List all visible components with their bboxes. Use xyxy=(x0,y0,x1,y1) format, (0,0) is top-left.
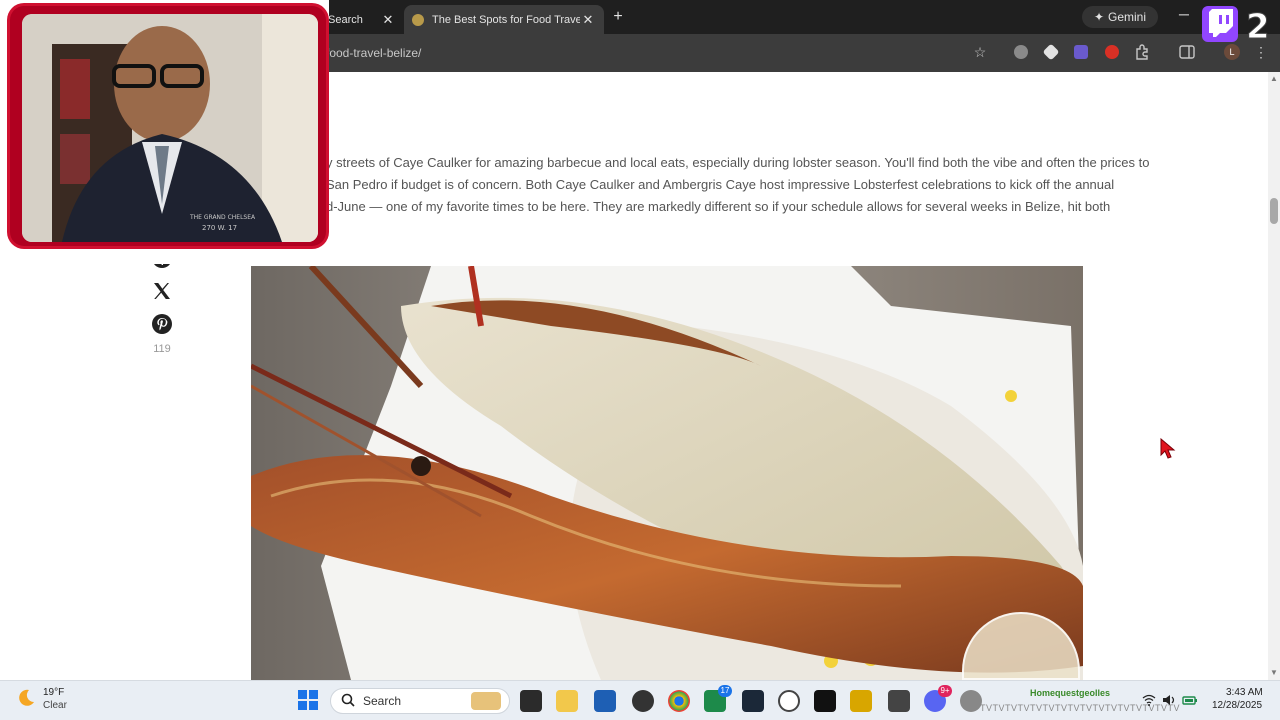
close-tab-icon[interactable]: ✕ xyxy=(380,12,396,28)
search-highlight-icon xyxy=(471,692,501,710)
extension-red-icon[interactable] xyxy=(1105,45,1119,59)
sparkle-icon: ✦ xyxy=(1093,10,1105,24)
extension-purple-icon[interactable] xyxy=(1074,45,1088,59)
gemini-button[interactable]: ✦ Gemini xyxy=(1082,6,1158,28)
wifi-icon[interactable] xyxy=(1142,693,1156,706)
x-share-icon[interactable] xyxy=(148,277,176,305)
shirt-text: 270 W. 17 xyxy=(202,224,237,232)
rockstar-icon[interactable] xyxy=(850,690,872,712)
clock-date[interactable]: 12/28/2025 xyxy=(1212,700,1262,711)
weather-temperature[interactable]: 19°F xyxy=(43,687,64,698)
xbox-icon[interactable]: 17 xyxy=(704,685,732,712)
tab-search[interactable]: Search ✕ xyxy=(320,5,404,34)
gemini-label: Gemini xyxy=(1108,10,1147,24)
search-icon xyxy=(341,693,355,710)
article-paragraph: y streets of Caye Caulker for amazing ba… xyxy=(326,152,1150,218)
volume-icon[interactable] xyxy=(1162,693,1176,705)
scroll-down-arrow-icon[interactable]: ▼ xyxy=(1268,668,1280,678)
new-tab-button[interactable]: + xyxy=(609,8,627,26)
webcam-frame: THE GRAND CHELSEA 270 W. 17 xyxy=(10,6,326,246)
tab-active-food-travel[interactable]: The Best Spots for Food Travel Belize ✕ xyxy=(404,5,604,34)
discord-icon[interactable]: 9+ xyxy=(924,685,952,712)
close-tab-icon[interactable]: ✕ xyxy=(580,12,596,28)
search-label: Search xyxy=(363,694,402,708)
menu-kebab-icon[interactable]: ⋮ xyxy=(1254,44,1268,60)
paragraph-line: San Pedro if budget is of concern. Both … xyxy=(326,177,1115,192)
scroll-up-arrow-icon[interactable]: ▲ xyxy=(1268,74,1280,84)
notification-badge: 9+ xyxy=(938,685,952,697)
shirt-text: THE GRAND CHELSEA xyxy=(189,214,256,221)
microsoft-store-icon[interactable] xyxy=(594,690,616,712)
mouse-cursor-icon xyxy=(1160,437,1176,460)
app-icon[interactable] xyxy=(632,690,654,712)
weather-condition[interactable]: Clear xyxy=(43,700,67,711)
file-explorer-icon[interactable] xyxy=(556,690,578,712)
notification-badge: 17 xyxy=(718,685,732,697)
taskbar-search[interactable]: Search xyxy=(330,688,510,714)
grilled-lobster-photo xyxy=(251,266,1083,680)
app-circle-icon[interactable] xyxy=(778,690,800,712)
twitch-overlay: 2 xyxy=(1200,2,1280,48)
side-panel-icon[interactable] xyxy=(1179,45,1195,59)
page-scrollbar[interactable] xyxy=(1268,72,1280,680)
tab-title: Search xyxy=(328,13,363,26)
epic-games-icon[interactable] xyxy=(814,690,836,712)
site-favicon-icon xyxy=(412,13,424,26)
extensions-puzzle-icon[interactable] xyxy=(1134,44,1150,60)
bookmark-star-icon[interactable]: ☆ xyxy=(972,44,988,60)
moon-weather-icon[interactable] xyxy=(16,688,36,708)
chrome-icon[interactable] xyxy=(668,690,690,712)
steam-icon[interactable] xyxy=(742,690,764,712)
paragraph-line: d-June — one of my favorite times to be … xyxy=(326,199,1111,214)
address-bar[interactable]: food-travel-belize/ xyxy=(320,40,1000,66)
clock-time[interactable]: 3:43 AM xyxy=(1226,687,1263,698)
pinterest-share-icon[interactable] xyxy=(148,310,176,338)
paragraph-line: y streets of Caye Caulker for amazing ba… xyxy=(326,155,1150,170)
settings-gear-icon[interactable] xyxy=(960,690,982,712)
share-count: 119 xyxy=(153,343,171,355)
streamer-webcam-feed: THE GRAND CHELSEA 270 W. 17 xyxy=(22,14,318,242)
battery-icon[interactable] xyxy=(1182,693,1198,705)
minimize-button[interactable]: ─ xyxy=(1176,6,1192,22)
profile-avatar[interactable]: L xyxy=(1224,44,1240,60)
7zip-icon[interactable] xyxy=(888,690,910,712)
tab-title: The Best Spots for Food Travel Belize xyxy=(432,13,580,26)
windows-start-icon[interactable] xyxy=(298,690,318,710)
task-view-icon[interactable] xyxy=(520,690,542,712)
twitch-count: 2 xyxy=(1246,7,1270,46)
tray-app-label[interactable]: Homequestgeolles xyxy=(1030,688,1110,698)
extension-cloud-icon[interactable] xyxy=(1014,45,1028,59)
scrollbar-thumb[interactable] xyxy=(1270,198,1278,224)
